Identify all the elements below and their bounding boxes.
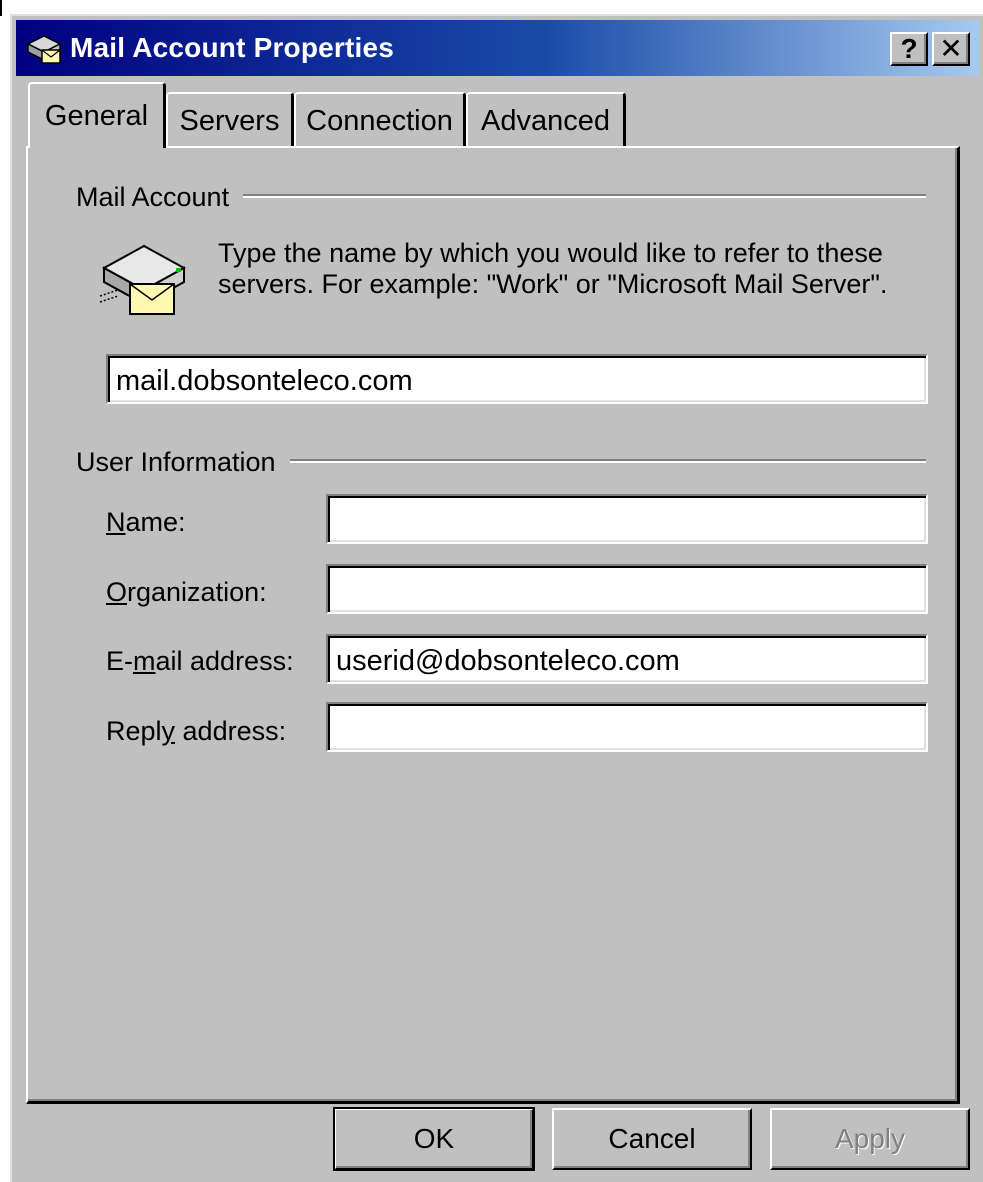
account-name-input[interactable] (106, 354, 928, 404)
reply-label-text: address: (175, 716, 287, 746)
help-button[interactable]: ? (890, 32, 928, 66)
close-button[interactable]: ✕ (932, 32, 970, 66)
name-label: Name: (106, 507, 186, 538)
reply-address-input[interactable] (326, 702, 928, 752)
ok-button[interactable]: OK (333, 1107, 535, 1171)
tab-connection[interactable]: Connection (294, 92, 466, 148)
tab-servers[interactable]: Servers (166, 92, 294, 148)
cancel-button-label: Cancel (608, 1123, 696, 1154)
email-label-prefix: E- (106, 646, 133, 676)
title-bar[interactable]: Mail Account Properties ? ✕ (16, 20, 979, 76)
email-address-label: E-mail address: (106, 646, 294, 677)
tab-connection-label: Connection (306, 104, 453, 137)
name-label-accelerator: N (106, 507, 126, 537)
name-label-text: ame: (125, 507, 186, 537)
organization-label-accelerator: O (106, 577, 128, 607)
window-edge-mark (0, 0, 2, 16)
apply-button[interactable]: Apply (770, 1108, 970, 1170)
reply-label-accelerator: y (161, 716, 176, 746)
organization-label-text: rganization: (127, 577, 267, 607)
tab-general-label: General (44, 99, 149, 132)
user-information-group-label: User Information (76, 447, 290, 478)
mail-server-icon (26, 35, 62, 64)
ok-button-label: OK (413, 1123, 455, 1154)
tab-servers-label: Servers (179, 104, 280, 137)
reply-address-label: Reply address: (106, 716, 286, 747)
email-address-input[interactable] (326, 634, 928, 684)
window-title: Mail Account Properties (70, 32, 395, 63)
cancel-button[interactable]: Cancel (552, 1108, 752, 1170)
reply-label-prefix: Repl (106, 716, 162, 746)
name-input[interactable] (326, 494, 928, 544)
tab-advanced-label: Advanced (481, 104, 610, 137)
organization-input[interactable] (326, 564, 928, 614)
mail-server-envelope-icon (99, 244, 186, 315)
help-icon: ? (900, 33, 918, 64)
email-label-text: ail address: (155, 646, 294, 676)
tab-advanced[interactable]: Advanced (466, 92, 626, 148)
close-icon: ✕ (939, 33, 963, 64)
mail-account-group-label: Mail Account (76, 182, 244, 213)
mail-account-description: Type the name by which you would like to… (218, 238, 888, 299)
organization-label: Organization: (106, 577, 267, 608)
tab-general[interactable]: General (28, 82, 166, 148)
email-label-accelerator: m (133, 646, 156, 676)
apply-button-label: Apply (834, 1123, 906, 1154)
